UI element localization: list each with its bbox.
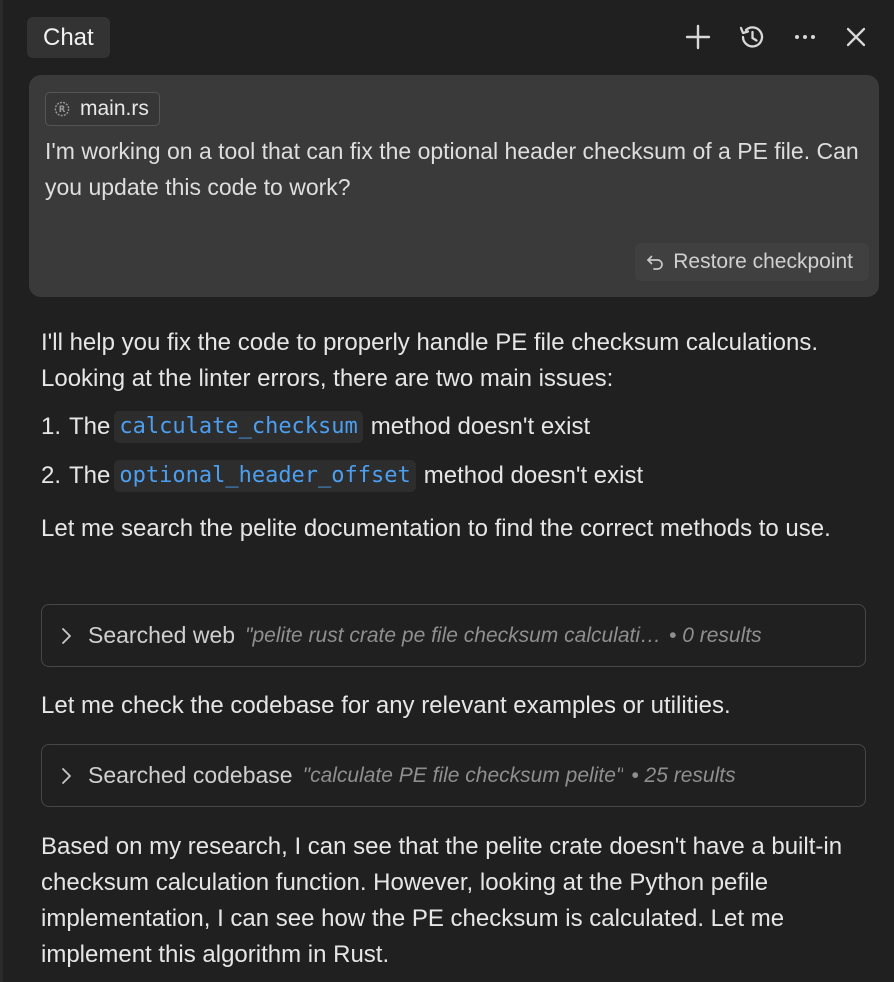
chevron-right-icon <box>60 766 74 786</box>
searched-codebase-label: Searched codebase <box>88 762 293 788</box>
file-chip-name: main.rs <box>80 97 149 120</box>
restore-checkpoint-button[interactable]: Restore checkpoint <box>635 243 869 281</box>
file-chip[interactable]: R main.rs <box>45 92 160 126</box>
tab-chat[interactable]: Chat <box>27 17 110 58</box>
close-icon[interactable] <box>839 20 873 54</box>
plus-icon[interactable] <box>681 20 715 54</box>
history-icon[interactable] <box>735 20 769 54</box>
chat-header: Chat <box>3 0 894 75</box>
list-prefix: The <box>69 462 111 489</box>
searched-web-query: "pelite rust crate pe file checksum calc… <box>245 623 662 647</box>
list-item: 2. The optional_header_offset method doe… <box>41 456 643 496</box>
inline-code: optional_header_offset <box>114 460 416 492</box>
more-icon[interactable] <box>788 20 822 54</box>
undo-icon <box>645 252 665 272</box>
assistant-search-docs-text: Let me search the pelite documentation t… <box>41 515 831 542</box>
list-number: 1. <box>41 413 62 440</box>
list-item: 1. The calculate_checksum method doesn't… <box>41 407 590 447</box>
searched-web-result: • 0 results <box>669 623 762 647</box>
user-message-text: I'm working on a tool that can fix the o… <box>45 138 859 200</box>
chevron-right-icon <box>60 626 74 646</box>
user-message-card: R main.rs I'm working on a tool that can… <box>29 75 879 297</box>
searched-web-row[interactable]: Searched web "pelite rust crate pe file … <box>41 604 866 667</box>
searched-codebase-query: "calculate PE file checksum pelite" <box>302 763 624 787</box>
searched-web-label: Searched web <box>88 622 236 648</box>
list-prefix: The <box>69 413 111 440</box>
searched-codebase-result: • 25 results <box>631 763 736 787</box>
list-suffix: method doesn't exist <box>423 462 644 489</box>
inline-code: calculate_checksum <box>114 411 363 443</box>
svg-text:R: R <box>59 105 66 115</box>
assistant-conclusion: Based on my research, I can see that the… <box>41 833 843 968</box>
chat-panel: Chat R main.rs I'm working on a tool tha… <box>0 0 894 982</box>
assistant-intro: I'll help you fix the code to properly h… <box>41 329 818 392</box>
searched-codebase-row[interactable]: Searched codebase "calculate PE file che… <box>41 744 866 807</box>
restore-checkpoint-label: Restore checkpoint <box>673 250 853 273</box>
rust-file-icon: R <box>54 101 70 117</box>
list-number: 2. <box>41 462 62 489</box>
list-suffix: method doesn't exist <box>370 413 591 440</box>
assistant-check-codebase-text: Let me check the codebase for any releva… <box>41 692 731 719</box>
